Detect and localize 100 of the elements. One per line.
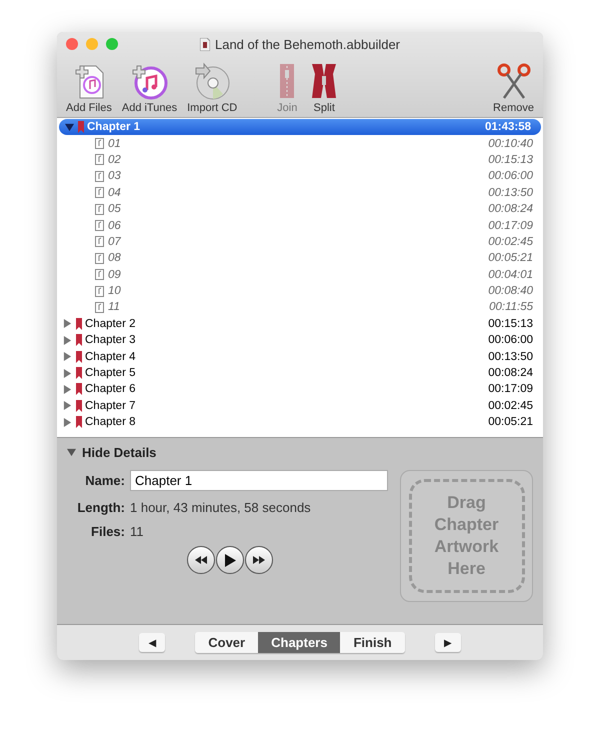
- track-name: 02: [108, 154, 122, 166]
- track-row[interactable]: 01 00:10:40: [57, 135, 543, 152]
- back-button[interactable]: ◀: [139, 633, 166, 652]
- toolbar-button[interactable]: Add Files: [61, 56, 117, 117]
- track-row[interactable]: 04 00:13:50: [57, 184, 543, 201]
- expand-triangle-icon[interactable]: [63, 352, 72, 362]
- track-name: 10: [108, 285, 122, 298]
- details-toggle[interactable]: Hide Details: [67, 445, 533, 460]
- track-row[interactable]: 06 00:17:09: [57, 217, 543, 234]
- music-file-icon: [95, 236, 104, 248]
- bookmark-icon: [76, 318, 82, 330]
- track-row[interactable]: 10 00:08:40: [57, 282, 543, 300]
- track-row[interactable]: 02 00:15:13: [57, 152, 543, 168]
- chapter-duration: 00:05:21: [488, 416, 533, 428]
- toolbar-button[interactable]: Remove: [488, 56, 539, 117]
- disc-icon: [193, 62, 232, 100]
- track-duration: 00:10:40: [488, 138, 533, 150]
- track-row[interactable]: 05 00:08:24: [57, 200, 543, 218]
- track-row[interactable]: 08 00:05:21: [57, 250, 543, 267]
- music-file-icon: [95, 302, 104, 313]
- music-file-icon: [95, 286, 104, 297]
- chapter-duration: 01:43:58: [484, 121, 531, 134]
- chapter-name: Chapter 6: [85, 383, 137, 396]
- chapter-row[interactable]: Chapter 8 00:05:21: [57, 414, 543, 430]
- toolbar-button[interactable]: Split: [304, 56, 344, 117]
- chapter-row[interactable]: Chapter 6 00:17:09: [57, 381, 543, 398]
- chapter-row[interactable]: Chapter 4 00:13:50: [57, 348, 543, 365]
- chapter-row[interactable]: Chapter 3 00:06:00: [57, 332, 543, 348]
- track-name: 09: [108, 268, 122, 281]
- track-row[interactable]: 03 00:06:00: [57, 168, 543, 185]
- track-row[interactable]: 09 00:04:01: [57, 266, 543, 283]
- chapter-duration: 00:08:24: [488, 367, 533, 380]
- close-button[interactable]: [66, 38, 78, 50]
- name-field[interactable]: Chapter 1: [130, 470, 388, 491]
- chapter-name: Chapter 2: [85, 318, 137, 330]
- track-duration: 00:11:55: [489, 301, 533, 314]
- window-title: Land of the Behemoth.abbuilder: [214, 36, 400, 52]
- field-label: Files:: [90, 524, 125, 539]
- bookmark-icon: [76, 400, 82, 412]
- next-button[interactable]: ▶: [434, 633, 461, 652]
- track-duration: 00:13:50: [488, 186, 533, 199]
- expand-triangle-icon[interactable]: [63, 418, 72, 427]
- play-icon: [224, 554, 236, 566]
- chapter-name: Chapter 8: [85, 416, 137, 428]
- bookmark-icon: [78, 121, 84, 134]
- track-duration: 00:02:45: [488, 236, 533, 248]
- fast-forward-icon: [253, 556, 265, 564]
- play-button[interactable]: [216, 546, 244, 574]
- chapter-name: Chapter 1: [87, 121, 142, 134]
- field-label: Name:: [84, 473, 125, 488]
- chapter-row[interactable]: Chapter 7 00:02:45: [57, 398, 543, 414]
- toolbar-button[interactable]: Import CD: [182, 56, 242, 117]
- track-name: 07: [108, 236, 122, 248]
- step-tab[interactable]: Finish: [340, 632, 405, 653]
- chapter-duration: 00:15:13: [488, 318, 533, 330]
- track-name: 03: [108, 170, 122, 182]
- chapter-row[interactable]: Chapter 2 00:15:13: [57, 316, 543, 332]
- expand-triangle-icon[interactable]: [63, 368, 72, 378]
- music-file-icon: [95, 220, 104, 232]
- field-value: 11: [130, 524, 144, 539]
- music-file-icon: [95, 138, 104, 150]
- expand-triangle-icon[interactable]: [63, 384, 72, 394]
- music-file-icon: [95, 269, 104, 280]
- expand-triangle-icon[interactable]: [63, 336, 72, 345]
- field-label: Length:: [76, 500, 125, 515]
- track-duration: 00:06:00: [488, 170, 533, 182]
- music-file-icon: [95, 154, 104, 166]
- chapter-name: Chapter 3: [85, 334, 137, 346]
- chapter-duration: 00:06:00: [488, 334, 533, 346]
- collapse-triangle-icon[interactable]: [65, 122, 74, 132]
- track-row[interactable]: 11 00:11:55: [57, 299, 543, 316]
- expand-triangle-icon[interactable]: [63, 401, 72, 410]
- track-name: 08: [108, 252, 122, 264]
- chapter-row[interactable]: Chapter 5 00:08:24: [57, 364, 543, 382]
- music-file-icon: [95, 252, 104, 264]
- music-file-icon: [95, 204, 104, 215]
- chapter-duration: 00:02:45: [488, 400, 533, 412]
- step-tab[interactable]: Chapters: [258, 632, 340, 653]
- rewind-icon: [195, 556, 207, 564]
- toolbar-button[interactable]: Add iTunes: [116, 56, 182, 117]
- chapter-duration: 00:17:09: [488, 383, 533, 396]
- track-name: 05: [108, 203, 122, 216]
- bookmark-icon: [76, 416, 82, 428]
- chapter-row[interactable]: Chapter 1 01:43:58: [59, 119, 541, 136]
- music-file-icon: [95, 187, 104, 198]
- track-row[interactable]: 07 00:02:45: [57, 234, 543, 250]
- chapter-name: Chapter 7: [85, 400, 137, 412]
- track-duration: 00:05:21: [488, 252, 533, 264]
- bookmark-icon: [76, 334, 82, 346]
- chapter-name: Chapter 5: [85, 367, 137, 380]
- field-value: 1 hour, 43 minutes, 58 seconds: [130, 500, 312, 515]
- fast-forward-button[interactable]: [245, 546, 273, 574]
- expand-triangle-icon[interactable]: [63, 319, 72, 328]
- document-icon: [200, 38, 210, 50]
- disclosure-triangle-icon: [67, 448, 76, 457]
- scissors-icon: [496, 62, 532, 100]
- step-tab[interactable]: Cover: [195, 632, 258, 653]
- track-duration: 00:04:01: [488, 268, 533, 281]
- bookmark-icon: [76, 350, 82, 363]
- rewind-button[interactable]: [187, 546, 215, 574]
